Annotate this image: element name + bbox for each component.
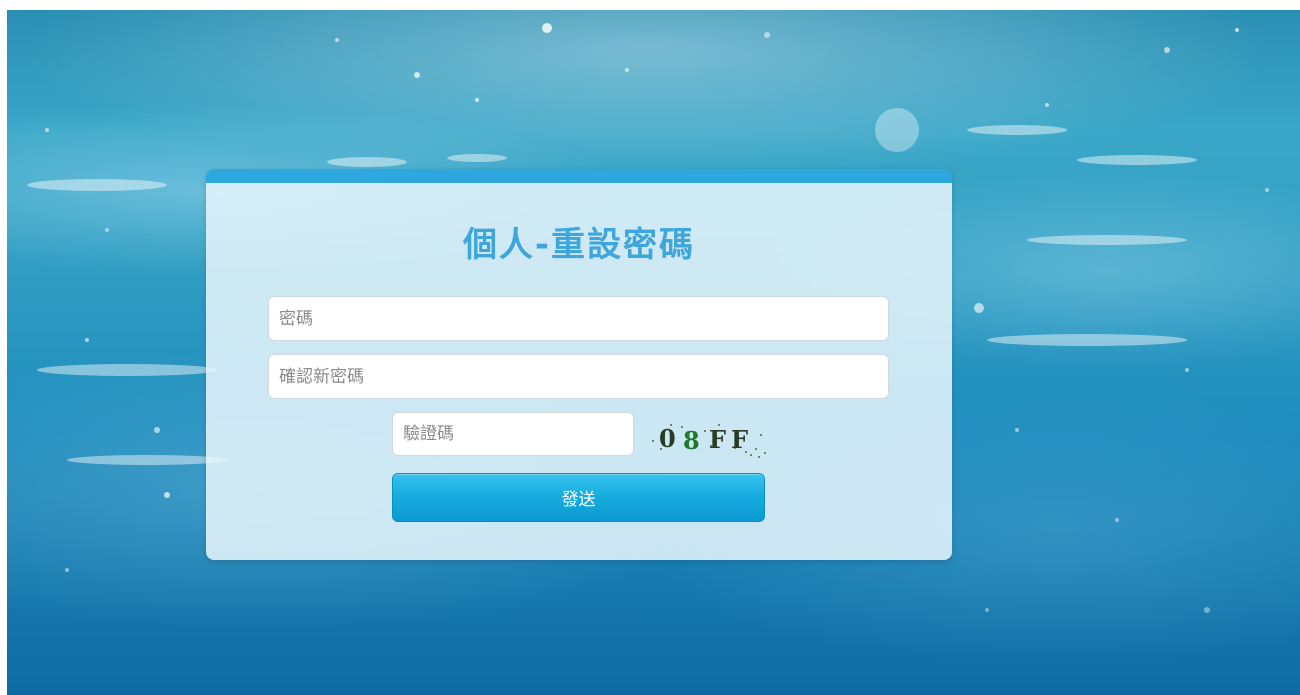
confirm-password-input[interactable] bbox=[268, 354, 889, 399]
captcha-input[interactable] bbox=[392, 412, 634, 456]
captcha-char-1: 0 bbox=[659, 424, 676, 453]
page-title: 個人-重設密碼 bbox=[462, 225, 696, 265]
captcha-char-3: F bbox=[709, 425, 726, 454]
captcha-char-4: F bbox=[731, 425, 748, 454]
captcha-char-2: 8 bbox=[683, 426, 700, 455]
reset-password-card: 個人-重設密碼 0 8 bbox=[206, 169, 952, 560]
password-input[interactable] bbox=[268, 296, 889, 341]
send-button[interactable]: 發送 bbox=[392, 473, 765, 522]
captcha-image[interactable]: 0 8 F F bbox=[649, 419, 769, 459]
underwater-background: 個人-重設密碼 0 8 bbox=[7, 10, 1300, 695]
